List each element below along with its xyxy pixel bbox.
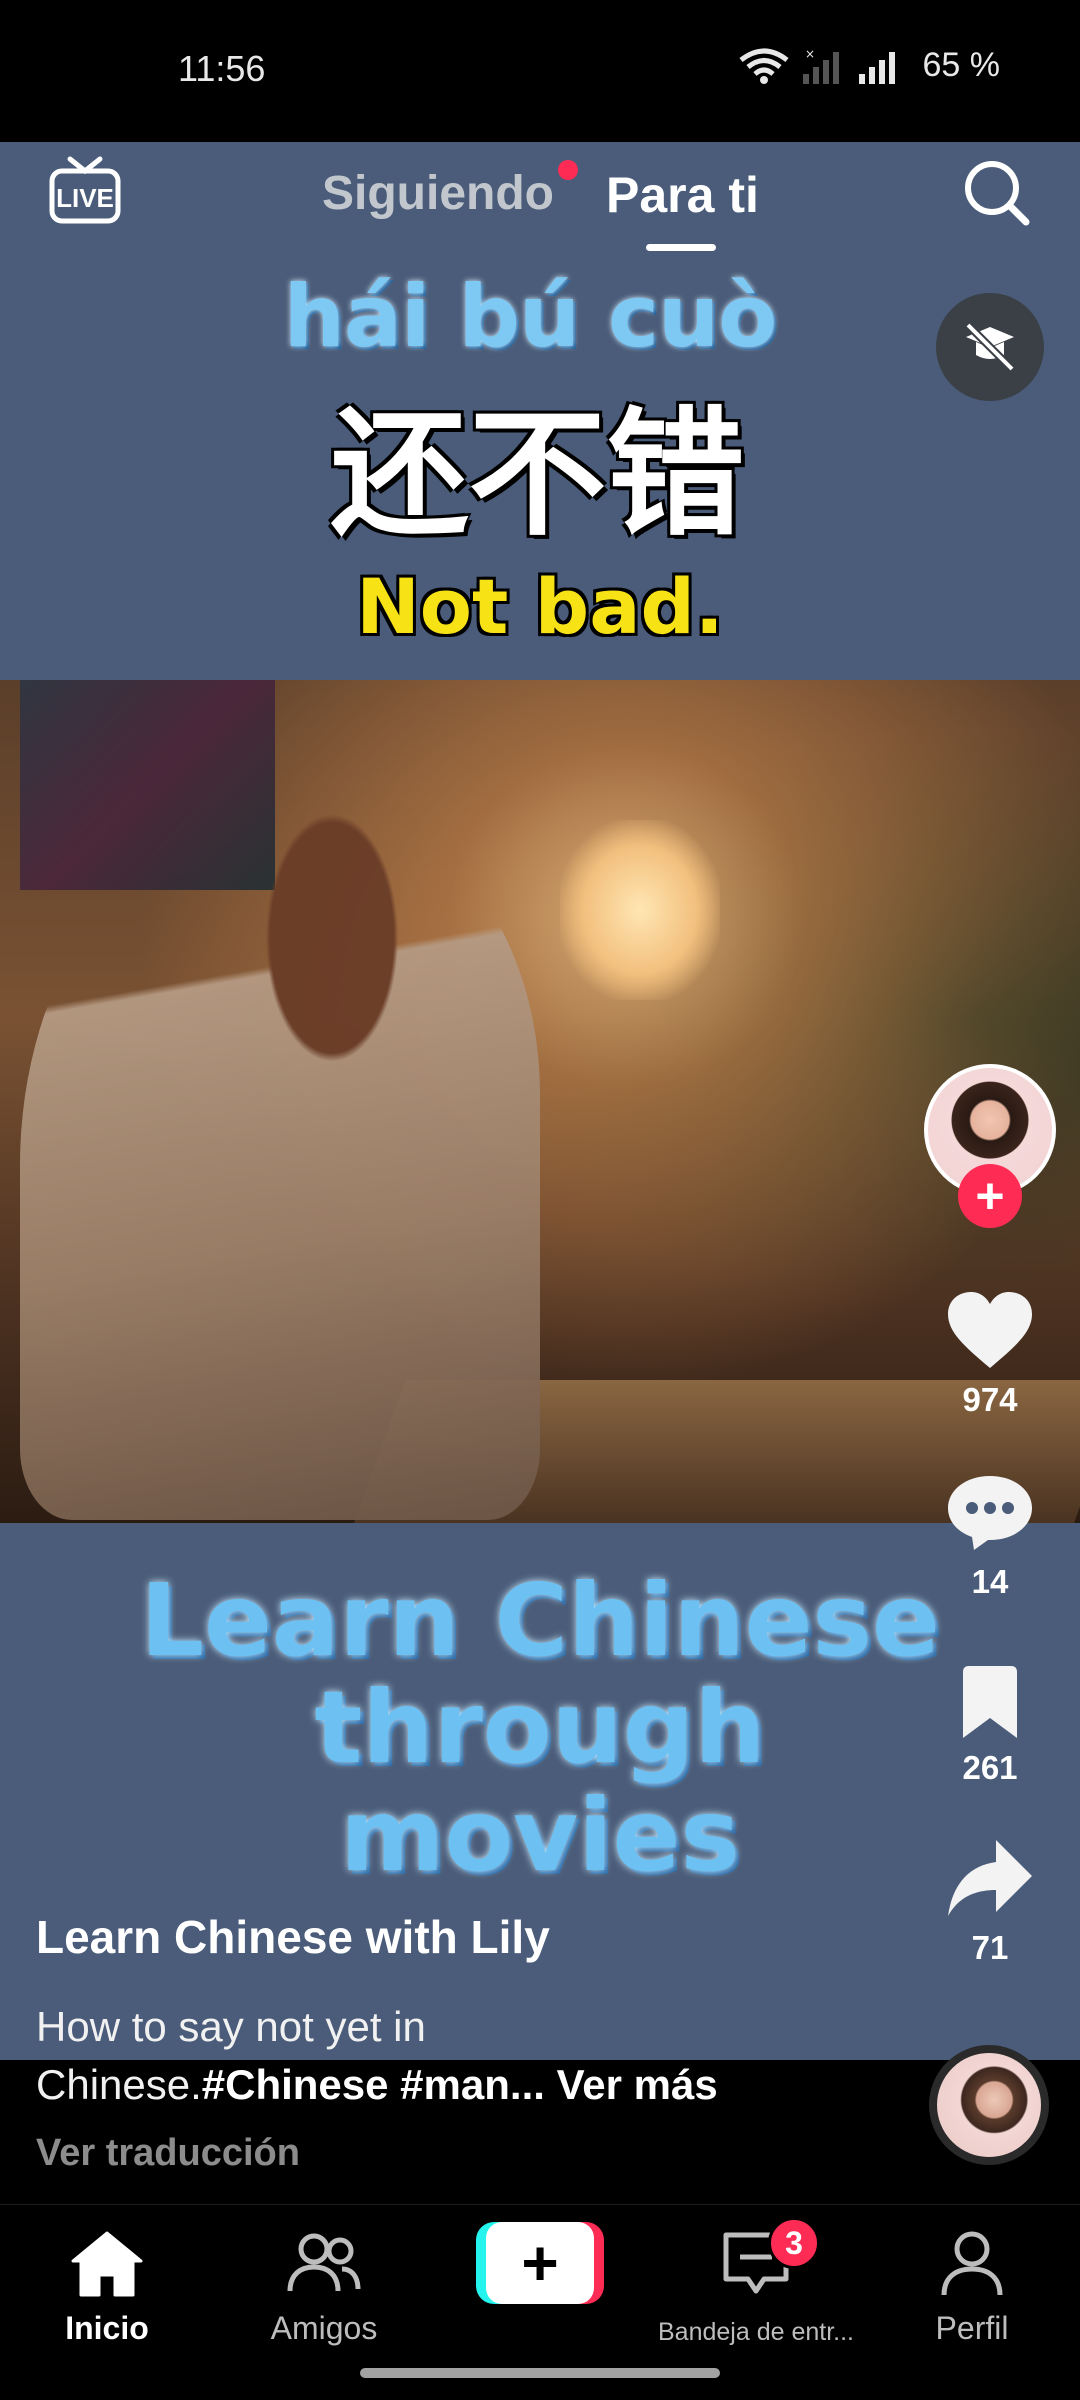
- tab-for-you[interactable]: Para ti: [606, 166, 759, 224]
- caption-hashtags[interactable]: #Chinese #man...: [202, 2061, 545, 2108]
- friends-icon: [287, 2233, 361, 2292]
- bookmark-icon: [963, 1666, 1017, 1738]
- create-button[interactable]: +: [476, 2222, 604, 2304]
- status-bar: 11:56 × 65 %: [0, 0, 1080, 142]
- see-translation-link[interactable]: Ver traducción: [36, 2132, 300, 2175]
- signal-no-service-icon: ×: [802, 48, 839, 84]
- caption-line-2: Chinese.#Chinese #man... Ver más: [36, 2056, 896, 2114]
- heart-icon: [948, 1292, 1032, 1368]
- share-count: 71: [971, 1929, 1009, 1966]
- home-indicator[interactable]: [360, 2368, 720, 2378]
- wifi-icon: [738, 48, 789, 84]
- nav-friends-label: Amigos: [270, 2310, 378, 2346]
- comment-button[interactable]: 14: [930, 1470, 1050, 1601]
- movie-scene-woman: [20, 810, 540, 1520]
- search-button[interactable]: [962, 158, 1032, 233]
- video-hanzi-caption: 还不错: [330, 392, 745, 555]
- inbox-badge: 3: [768, 2217, 820, 2269]
- nav-inbox[interactable]: 3 Bandeja de entr...: [640, 2217, 872, 2347]
- see-more-link[interactable]: Ver más: [557, 2061, 718, 2108]
- nav-home-label: Inicio: [65, 2310, 149, 2346]
- status-time: 11:56: [178, 48, 266, 89]
- nav-friends[interactable]: Amigos: [224, 2229, 424, 2347]
- profile-icon: [941, 2231, 1003, 2296]
- video-promo-line-1: Learn Chinese: [140, 1562, 940, 1679]
- like-button[interactable]: 974: [930, 1288, 1050, 1419]
- tab-following[interactable]: Siguiendo: [322, 166, 554, 221]
- like-count: 974: [962, 1381, 1018, 1418]
- video-promo-line-2: through movies: [314, 1669, 766, 1894]
- comment-count: 14: [971, 1563, 1009, 1600]
- nav-profile-label: Perfil: [935, 2310, 1009, 2346]
- plus-icon: +: [975, 1168, 1005, 1224]
- nav-inbox-label: Bandeja de entr...: [658, 2318, 854, 2346]
- save-button[interactable]: 261: [930, 1664, 1050, 1787]
- follow-button[interactable]: +: [958, 1164, 1022, 1228]
- video-translation-caption: Not bad.: [356, 562, 724, 651]
- video-player[interactable]: hái bú cuò 还不错 Not bad. Learn Chinese th…: [0, 142, 1080, 2060]
- caption-author[interactable]: Learn Chinese with Lily: [36, 1910, 550, 1964]
- plus-icon: +: [486, 2222, 594, 2304]
- status-icons: × 65 %: [738, 46, 1001, 85]
- feed-tabs: Siguiendo Para ti: [0, 160, 1080, 251]
- nav-home[interactable]: Inicio: [7, 2229, 207, 2347]
- video-pinyin-caption: hái bú cuò: [283, 267, 778, 367]
- share-button[interactable]: 71: [930, 1836, 1050, 1967]
- nav-profile[interactable]: Perfil: [872, 2229, 1072, 2347]
- active-tab-indicator: [646, 244, 716, 251]
- caption-description[interactable]: How to say not yet in Chinese.#Chinese #…: [36, 1998, 896, 2114]
- movie-scene-lamp: [560, 820, 720, 1000]
- education-button[interactable]: [936, 293, 1044, 401]
- svg-text:×: ×: [805, 48, 815, 61]
- music-disc[interactable]: [929, 2045, 1049, 2165]
- caption-line-1: How to say not yet in: [36, 2003, 426, 2050]
- caption-text-fragment: Chinese.: [36, 2061, 202, 2108]
- signal-icon: [858, 51, 895, 84]
- save-count: 261: [962, 1749, 1018, 1786]
- share-arrow-icon: [948, 1840, 1032, 1916]
- new-content-dot: [558, 160, 578, 180]
- battery-percentage: 65 %: [922, 46, 1001, 84]
- search-icon: [965, 161, 1030, 226]
- movie-clip-frame: [0, 680, 1080, 1523]
- comment-icon: [948, 1476, 1032, 1550]
- graduation-cap-off-icon: [965, 322, 1015, 372]
- home-icon: [71, 2231, 143, 2297]
